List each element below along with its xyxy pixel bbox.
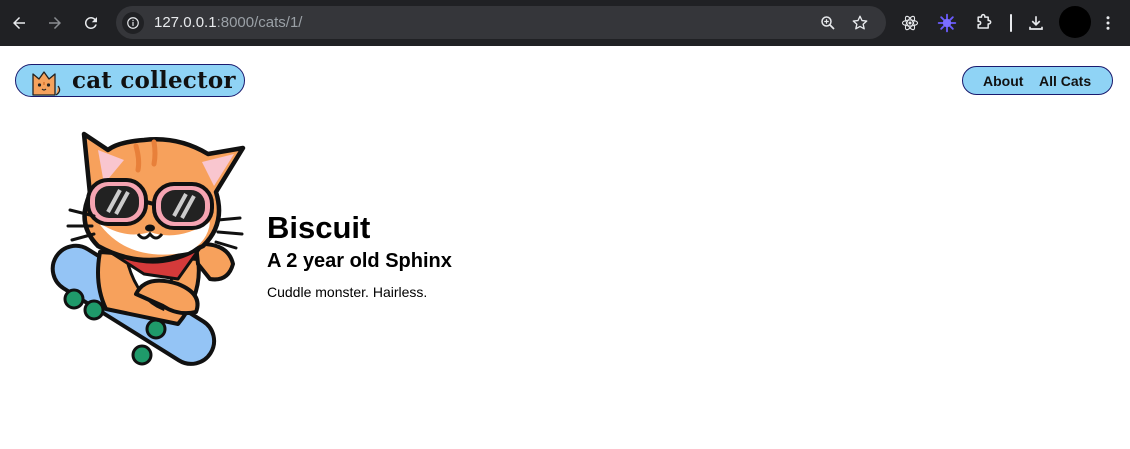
browser-toolbar: 127.0.0.1:8000/cats/1/ — [0, 0, 1130, 46]
cat-age-breed: A 2 year old Sphinx — [267, 250, 452, 272]
forward-button[interactable] — [43, 11, 67, 35]
download-icon[interactable] — [1025, 12, 1047, 34]
cat-description: Cuddle monster. Hairless. — [267, 284, 428, 300]
cat-skateboard-image — [50, 131, 246, 366]
extension-purple-icon[interactable] — [936, 12, 958, 34]
url-host: 127.0.0.1 — [154, 14, 217, 31]
zoom-icon[interactable] — [819, 14, 837, 32]
toolbar-divider — [1010, 14, 1012, 32]
site-info-icon[interactable] — [122, 12, 144, 34]
back-arrow-icon — [13, 17, 25, 29]
main-nav: About All Cats — [962, 66, 1113, 95]
cat-logo-icon — [32, 71, 61, 96]
react-devtools-icon[interactable] — [899, 12, 921, 34]
reload-icon — [84, 16, 97, 29]
more-menu-icon[interactable] — [1097, 12, 1119, 34]
reload-button[interactable] — [79, 11, 103, 35]
forward-arrow-icon — [49, 17, 61, 29]
logo-link[interactable]: cat collector — [15, 64, 245, 97]
page-content: cat collector About All Cats Biscuit A 2… — [0, 46, 1130, 449]
bookmark-star-icon[interactable] — [851, 14, 869, 32]
extensions-puzzle-icon[interactable] — [973, 12, 995, 34]
cat-name-heading: Biscuit — [267, 210, 371, 245]
nav-link-about[interactable]: About — [983, 73, 1023, 89]
profile-avatar[interactable] — [1059, 6, 1091, 38]
url-path: :8000/cats/1/ — [216, 14, 303, 31]
back-button[interactable] — [7, 11, 31, 35]
nav-link-all-cats[interactable]: All Cats — [1039, 73, 1091, 89]
address-bar[interactable]: 127.0.0.1:8000/cats/1/ — [116, 6, 886, 39]
url-text[interactable]: 127.0.0.1:8000/cats/1/ — [154, 14, 302, 31]
logo-text: cat collector — [72, 67, 236, 94]
